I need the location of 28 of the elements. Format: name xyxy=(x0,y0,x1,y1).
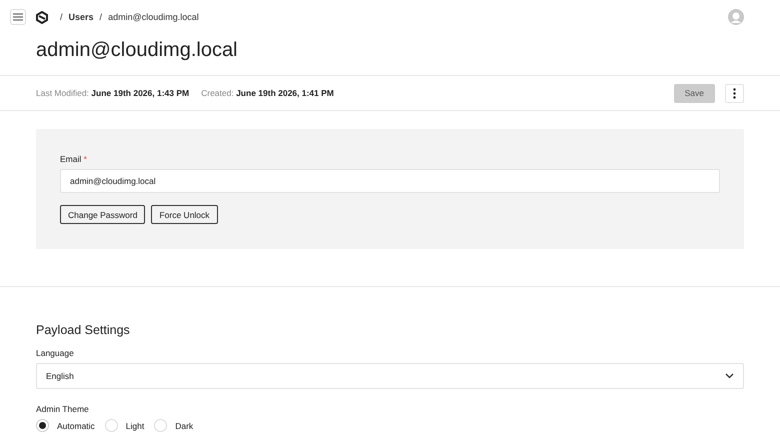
more-button[interactable] xyxy=(725,84,744,102)
radio-label: Dark xyxy=(175,420,194,430)
logo-icon[interactable] xyxy=(36,10,48,24)
meta-text: Last Modified: June 19th 2026, 1:43 PM xyxy=(36,88,190,98)
chevron-down-icon xyxy=(725,373,734,379)
radio-label: Automatic xyxy=(57,420,95,430)
radio-label: Light xyxy=(126,420,144,430)
radio-button[interactable] xyxy=(154,419,168,432)
required-mark: * xyxy=(84,154,87,164)
more-icon xyxy=(733,88,736,98)
menu-icon xyxy=(13,13,23,21)
field-label: Admin Theme xyxy=(36,404,90,414)
menu-button[interactable] xyxy=(10,9,26,25)
action-button[interactable]: Force Unlock xyxy=(151,205,218,224)
radio-button[interactable] xyxy=(104,419,118,432)
meta-text: Created: June 19th 2026, 1:41 PM xyxy=(201,88,334,98)
field-label: Email xyxy=(60,154,82,164)
email-field[interactable]: admin@cloudimg.local xyxy=(60,169,720,193)
breadcrumb-separator: / xyxy=(60,12,63,22)
section-heading: Payload Settings xyxy=(36,323,131,339)
field-label: Language xyxy=(36,348,75,358)
breadcrumb-link[interactable]: Users xyxy=(68,12,94,22)
page-title: admin@cloudimg.local xyxy=(35,38,239,63)
radio-button[interactable] xyxy=(36,419,49,432)
action-button[interactable]: Change Password xyxy=(60,205,146,224)
breadcrumb-current: admin@cloudimg.local xyxy=(108,12,199,22)
breadcrumb-separator: / xyxy=(100,12,102,22)
language-select[interactable]: English xyxy=(36,363,744,389)
